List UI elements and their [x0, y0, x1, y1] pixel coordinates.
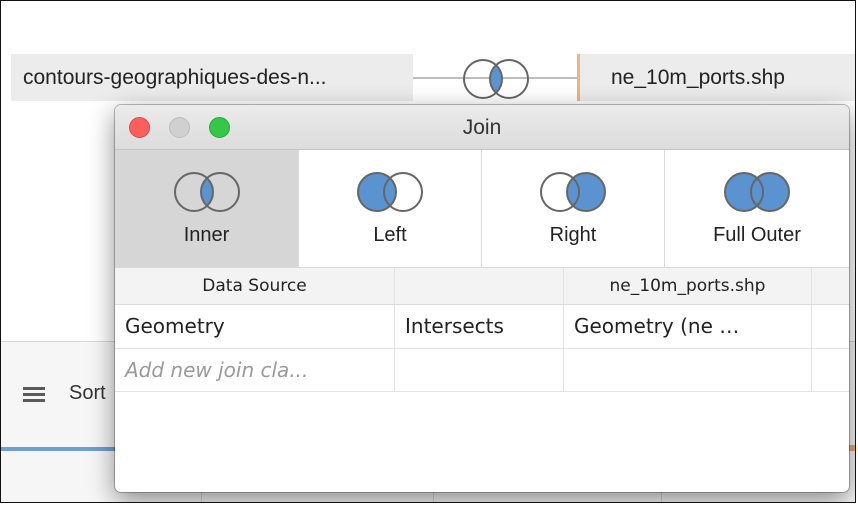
- add-join-clause-button[interactable]: Add new join cla...: [115, 349, 395, 391]
- join-clause-row[interactable]: Geometry Intersects Geometry (ne …: [115, 305, 849, 349]
- spacer-header: [812, 268, 849, 304]
- left-join-icon: [357, 172, 423, 212]
- right-data-source-pill[interactable]: ne_10m_ports.shp: [577, 54, 855, 101]
- left-data-source-pill[interactable]: contours-geographiques-des-n...: [11, 54, 413, 101]
- grid-header-row: Data Source ne_10m_ports.shp: [115, 268, 849, 305]
- spacer-cell: [812, 349, 849, 391]
- join-type-label: Left: [373, 224, 407, 246]
- inner-join-icon: [173, 172, 240, 212]
- close-window-button[interactable]: [129, 117, 150, 138]
- join-venn-button[interactable]: [457, 57, 535, 106]
- join-type-inner-button[interactable]: Inner: [115, 150, 299, 267]
- inner-join-icon: [463, 59, 529, 99]
- full-outer-join-icon: [724, 172, 790, 212]
- empty-cell: [564, 349, 812, 391]
- join-type-full-outer-button[interactable]: Full Outer: [665, 150, 849, 267]
- window-frame: contours-geographiques-des-n... ne_10m_p…: [0, 0, 856, 503]
- join-type-selector: Inner Left Right Full Outer: [115, 150, 849, 268]
- operator-header: [395, 268, 564, 304]
- dialog-titlebar[interactable]: Join: [115, 105, 849, 150]
- spacer-cell: [812, 305, 849, 348]
- join-type-left-button[interactable]: Left: [299, 150, 482, 267]
- list-icon[interactable]: [23, 387, 45, 403]
- join-type-label: Inner: [183, 224, 230, 246]
- join-dialog: Join Inner Left Right Full Outer Data So…: [115, 105, 849, 492]
- join-clause-grid: Data Source ne_10m_ports.shp Geometry In…: [115, 268, 849, 392]
- maximize-window-button[interactable]: [209, 117, 230, 138]
- join-type-right-button[interactable]: Right: [482, 150, 665, 267]
- sort-label[interactable]: Sort: [69, 382, 106, 405]
- right-join-icon: [540, 172, 606, 212]
- right-source-header: ne_10m_ports.shp: [564, 268, 812, 304]
- add-join-clause-row[interactable]: Add new join cla...: [115, 349, 849, 392]
- left-source-header: Data Source: [115, 268, 395, 304]
- operator-cell[interactable]: Intersects: [395, 305, 564, 348]
- minimize-window-button[interactable]: [169, 117, 190, 138]
- empty-cell: [395, 349, 564, 391]
- join-type-label: Right: [549, 224, 597, 246]
- right-field-cell[interactable]: Geometry (ne …: [564, 305, 812, 348]
- left-field-cell[interactable]: Geometry: [115, 305, 395, 348]
- join-type-label: Full Outer: [713, 224, 801, 246]
